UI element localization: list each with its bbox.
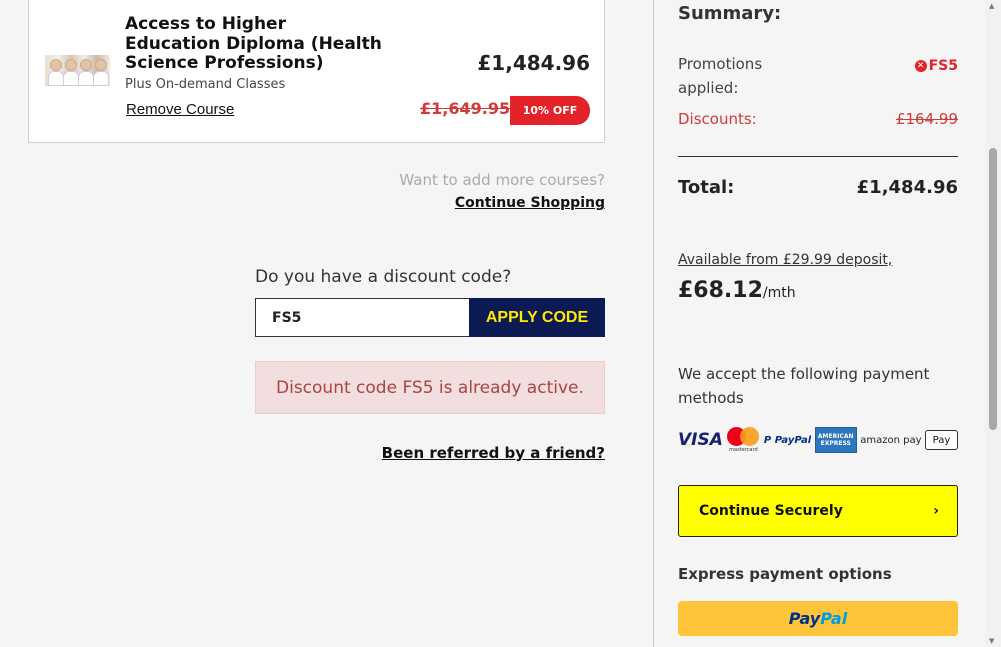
- paypal-icon: P PayPal: [763, 434, 812, 446]
- discount-code-label: Do you have a discount code?: [255, 267, 512, 287]
- remove-promo-icon[interactable]: ✕: [914, 60, 927, 72]
- amazon-pay-icon: amazon pay: [860, 434, 922, 446]
- chevron-right-icon: ›: [933, 503, 939, 519]
- monthly-price: £68.12/mth: [678, 278, 796, 303]
- sidebar-divider: [653, 0, 654, 647]
- discount-alert: Discount code FS5 is already active.: [255, 361, 605, 414]
- scroll-thumb[interactable]: [989, 148, 997, 430]
- course-subtitle: Plus On-demand Classes: [125, 77, 286, 92]
- apply-code-button[interactable]: APPLY CODE: [469, 298, 605, 337]
- paypal-express-button[interactable]: Pay Pal: [678, 601, 958, 636]
- promotion-code-tag[interactable]: ✕ FS5: [914, 58, 958, 74]
- summary-title: Summary:: [678, 3, 782, 24]
- discounts-label: Discounts:: [678, 110, 757, 128]
- remove-course-link[interactable]: Remove Course: [126, 101, 234, 118]
- continue-shopping-link[interactable]: Continue Shopping: [455, 195, 605, 211]
- promotion-code: FS5: [928, 58, 958, 74]
- paypal-button-pay: Pay: [788, 609, 821, 628]
- deposit-link[interactable]: Available from £29.99 deposit,: [678, 252, 892, 268]
- monthly-amount: £68.12: [678, 278, 763, 303]
- mastercard-icon: mastercard: [726, 425, 760, 455]
- total-value: £1,484.96: [856, 177, 958, 198]
- course-title: Access to Higher Education Diploma (Heal…: [125, 14, 382, 73]
- course-old-price: £1,649.95: [420, 99, 511, 118]
- discount-code-input[interactable]: [255, 298, 470, 337]
- scroll-up-icon[interactable]: ▲: [989, 2, 994, 10]
- apple-pay-icon: Pay: [925, 430, 958, 450]
- summary-divider: [678, 156, 958, 157]
- payment-logos: VISA mastercard P PayPal AMERICAN EXPRES…: [678, 425, 958, 455]
- total-label: Total:: [678, 177, 735, 198]
- amex-icon: AMERICAN EXPRESS: [814, 427, 857, 453]
- continue-securely-button[interactable]: Continue Securely ›: [678, 485, 958, 537]
- express-payment-label: Express payment options: [678, 565, 892, 583]
- paypal-button-pal: Pal: [820, 609, 848, 628]
- course-thumbnail: [45, 55, 110, 86]
- discount-badge: 10% OFF: [510, 96, 590, 125]
- referred-by-friend-link[interactable]: Been referred by a friend?: [382, 444, 605, 462]
- discounts-value: £164.99: [895, 110, 958, 128]
- scroll-down-icon[interactable]: ▼: [989, 637, 994, 645]
- cart-item-card: Access to Higher Education Diploma (Heal…: [28, 0, 605, 143]
- continue-securely-label: Continue Securely: [699, 503, 843, 519]
- discount-alert-text: Discount code FS5 is already active.: [276, 377, 584, 398]
- payment-methods-text: We accept the following payment methods: [678, 365, 930, 407]
- visa-icon: VISA: [678, 430, 723, 450]
- add-more-courses-question: Want to add more courses?: [399, 171, 605, 189]
- promotions-label: Promotions applied:: [678, 55, 763, 97]
- monthly-period: /mth: [762, 285, 796, 301]
- course-price: £1,484.96: [477, 51, 590, 75]
- page-scrollbar[interactable]: ▲ ▼: [985, 0, 1001, 647]
